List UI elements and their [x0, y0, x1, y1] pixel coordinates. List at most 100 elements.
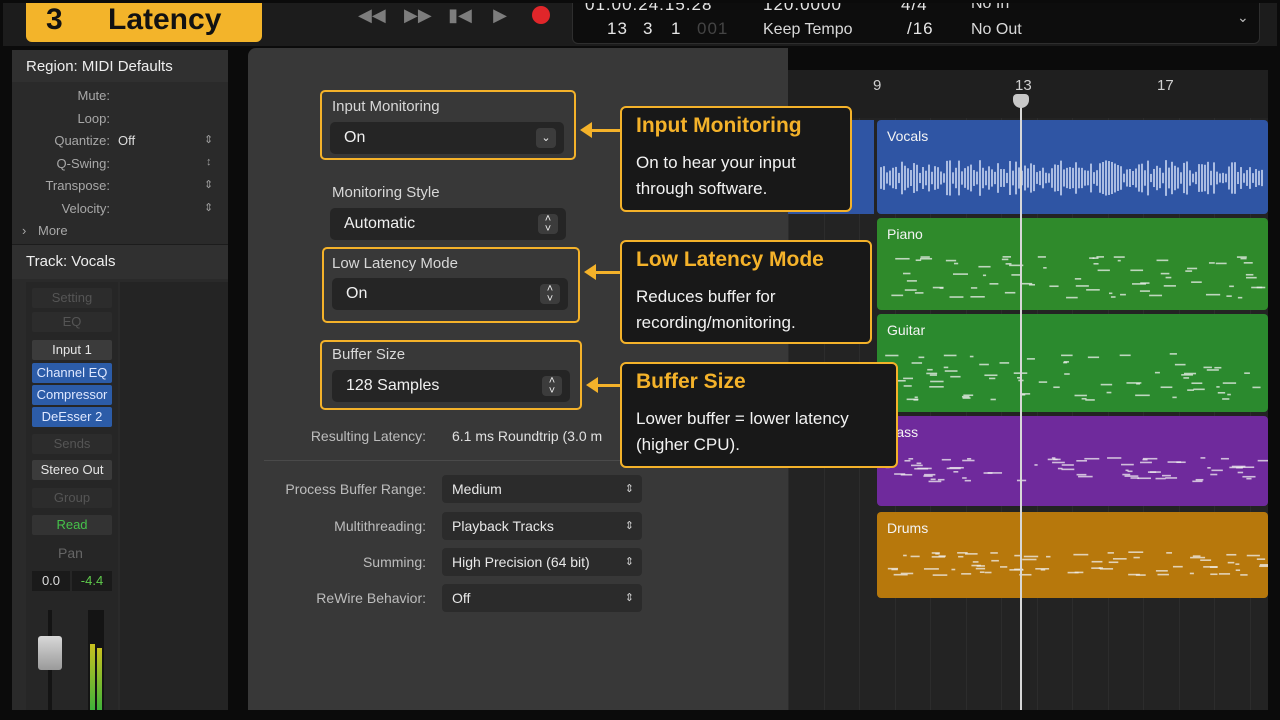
midi-note — [939, 287, 944, 289]
region-name: Guitar — [887, 322, 926, 338]
lcd-display[interactable]: 01:00:24:15.28 13 3 1 001 120.0000 Keep … — [572, 0, 1260, 44]
eq-button[interactable]: EQ — [32, 312, 112, 332]
disclosure-icon[interactable]: › — [22, 223, 26, 238]
input-monitoring-value: On — [344, 129, 366, 146]
quantize-value[interactable]: Off — [118, 133, 135, 148]
midi-note — [926, 372, 938, 375]
rewind-icon[interactable]: ◀◀ — [358, 4, 386, 26]
q-swing-stepper-icon[interactable]: ↕ — [206, 156, 212, 168]
lcd-signature: 4/4 — [901, 0, 928, 14]
midi-note — [1113, 256, 1125, 258]
region-guitar[interactable]: Guitar — [877, 314, 1268, 412]
plugin-slot-channel-eq[interactable]: Channel EQ — [32, 363, 112, 383]
midi-note — [1037, 256, 1046, 258]
midi-note — [1130, 269, 1144, 272]
summing-select[interactable]: High Precision (64 bit) ⇕ — [442, 548, 642, 576]
midi-note — [930, 380, 944, 383]
region-drums[interactable]: Drums — [877, 512, 1268, 598]
midi-note — [1208, 262, 1215, 264]
midi-notes — [885, 353, 1261, 401]
midi-note — [1227, 393, 1231, 396]
midi-note — [1052, 461, 1065, 464]
updown-chevron-icon: ⇕ — [624, 556, 634, 568]
plugin-slot-deesser[interactable]: DeEsser 2 — [32, 407, 112, 427]
midi-note — [927, 368, 933, 371]
quantize-stepper-icon[interactable]: ⇕ — [204, 133, 213, 146]
plugin-slot-compressor[interactable]: Compressor — [32, 385, 112, 405]
input-monitoring-select[interactable]: On ⌄ — [330, 122, 564, 154]
setting-button[interactable]: Setting — [32, 288, 112, 308]
midi-note — [1172, 565, 1183, 568]
lcd-beat: 3 — [643, 19, 654, 38]
multithreading-select[interactable]: Playback Tracks ⇕ — [442, 512, 642, 540]
midi-note — [1122, 473, 1131, 476]
input-slot[interactable]: Input 1 — [32, 340, 112, 360]
automation-mode[interactable]: Read — [32, 515, 112, 535]
region-header[interactable]: Region: MIDI Defaults — [26, 58, 173, 75]
go-to-start-icon[interactable]: ▮◀ — [448, 4, 472, 26]
midi-note — [1092, 257, 1099, 259]
buffer-size-select[interactable]: 128 Samples ˄ ˅ — [332, 370, 570, 402]
more-disclosure[interactable]: More — [38, 223, 68, 238]
callout-line: Lower buffer = lower latency — [636, 409, 849, 428]
midi-note — [1147, 471, 1157, 473]
group-slot[interactable]: Group — [32, 488, 112, 508]
process-buffer-range-select[interactable]: Medium ⇕ — [442, 475, 642, 503]
region-name: Drums — [887, 520, 929, 536]
monitoring-style-select[interactable]: Automatic ˄ ˅ — [330, 208, 566, 240]
lcd-bar: 13 — [607, 19, 628, 38]
output-slot[interactable]: Stereo Out — [32, 460, 112, 480]
midi-note — [1169, 353, 1177, 355]
midi-note — [1133, 556, 1140, 559]
low-latency-mode-select[interactable]: On ˄ ˅ — [332, 278, 568, 310]
chevron-down-icon[interactable]: ⌄ — [1237, 9, 1249, 26]
midi-note — [1174, 363, 1186, 366]
level-meter — [88, 610, 104, 710]
lcd-tempo-mode: Keep Tempo — [763, 21, 853, 38]
midi-note — [1135, 574, 1146, 576]
midi-note — [920, 256, 930, 258]
midi-note — [964, 479, 971, 482]
midi-note — [1220, 457, 1229, 460]
region-vocals[interactable]: Vocals — [877, 120, 1268, 214]
play-icon[interactable]: ▶ — [488, 4, 512, 26]
record-icon[interactable] — [532, 6, 550, 24]
midi-note — [1229, 285, 1234, 288]
midi-note — [918, 356, 925, 359]
midi-note — [1074, 278, 1082, 280]
midi-notes — [885, 457, 1268, 483]
midi-note — [1185, 270, 1193, 272]
volume-fader[interactable] — [38, 636, 62, 670]
region-bass[interactable]: Bass — [877, 416, 1268, 506]
midi-note — [1091, 560, 1103, 563]
callout-arrow — [594, 271, 622, 274]
fast-forward-icon[interactable]: ▶▶ — [404, 4, 432, 26]
midi-note — [1000, 566, 1008, 568]
midi-note — [1061, 354, 1073, 357]
midi-note — [1165, 477, 1178, 479]
midi-note — [1106, 391, 1112, 394]
callout-title: Low Latency Mode — [636, 248, 824, 271]
playhead[interactable] — [1020, 95, 1022, 710]
transpose-stepper-icon[interactable]: ⇕ — [204, 178, 213, 191]
midi-note — [1163, 285, 1176, 287]
midi-note — [969, 355, 974, 358]
midi-note — [962, 477, 967, 479]
midi-note — [1256, 558, 1266, 560]
midi-note — [991, 559, 999, 562]
midi-note — [1191, 382, 1203, 385]
midi-note — [1149, 294, 1163, 297]
midi-note — [979, 363, 989, 366]
midi-note — [1210, 473, 1218, 476]
midi-notes — [887, 551, 1268, 576]
midi-note — [989, 377, 996, 380]
region-piano[interactable]: Piano — [877, 218, 1268, 310]
midi-note — [1156, 259, 1169, 262]
updown-chevron-icon: ˄ ˅ — [538, 214, 558, 235]
rewire-behavior-select[interactable]: Off ⇕ — [442, 584, 642, 612]
midi-note — [1259, 565, 1268, 568]
midi-note — [943, 354, 957, 357]
track-header[interactable]: Track: Vocals — [26, 253, 115, 270]
sends-slot[interactable]: Sends — [32, 434, 112, 454]
velocity-stepper-icon[interactable]: ⇕ — [204, 201, 213, 214]
